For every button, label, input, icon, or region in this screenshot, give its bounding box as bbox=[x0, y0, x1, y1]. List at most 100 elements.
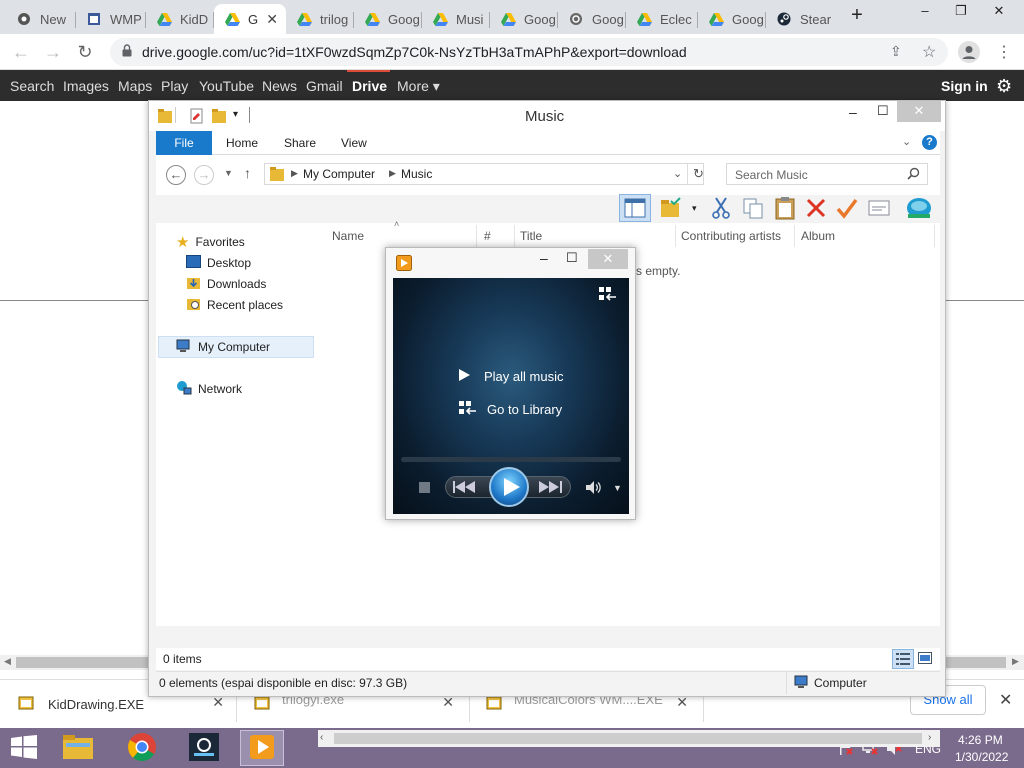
previous-icon[interactable] bbox=[453, 481, 477, 496]
column-header-album[interactable]: Album bbox=[801, 229, 835, 243]
volume-icon[interactable] bbox=[586, 481, 602, 497]
select-folder-icon[interactable] bbox=[660, 197, 682, 222]
browser-tab[interactable]: Goog bbox=[354, 4, 422, 34]
tab-share[interactable]: Share bbox=[272, 131, 328, 155]
scroll-right-icon[interactable]: ▶ bbox=[1012, 656, 1019, 667]
google-link-news[interactable]: News bbox=[262, 78, 297, 94]
browser-tab[interactable]: New bbox=[6, 4, 76, 34]
file-list-horizontal-scrollbar[interactable]: ‹ › bbox=[318, 730, 940, 747]
google-link-images[interactable]: Images bbox=[63, 78, 109, 94]
gear-icon[interactable]: ⚙ bbox=[996, 76, 1012, 97]
paste-icon[interactable] bbox=[774, 196, 796, 223]
close-downloads-bar-icon[interactable]: ✕ bbox=[999, 690, 1012, 710]
scroll-left-icon[interactable]: ‹ bbox=[320, 732, 323, 743]
explorer-titlebar[interactable]: ▾ Music – ☐ ✕ bbox=[149, 101, 945, 131]
search-icon[interactable] bbox=[907, 167, 920, 183]
browser-tab-active[interactable]: G ✕ bbox=[214, 4, 286, 34]
breadcrumb-my-computer[interactable]: My Computer bbox=[303, 167, 375, 181]
browser-tab[interactable]: Stear bbox=[766, 4, 834, 34]
forward-arrow-icon[interactable]: → bbox=[42, 41, 64, 63]
forward-arrow-icon[interactable]: → bbox=[194, 165, 214, 185]
seek-bar[interactable] bbox=[401, 457, 621, 462]
delete-icon[interactable] bbox=[805, 197, 827, 222]
google-link-play[interactable]: Play bbox=[161, 78, 188, 94]
preview-pane-button[interactable] bbox=[619, 194, 651, 222]
back-arrow-icon[interactable]: ← bbox=[10, 41, 32, 63]
column-header-title[interactable]: Title bbox=[520, 229, 542, 243]
browser-tab[interactable]: KidD bbox=[146, 4, 214, 34]
nav-favorites[interactable]: ★ Favorites bbox=[176, 232, 245, 252]
close-window-icon[interactable]: ✕ bbox=[897, 101, 941, 122]
toolbar-dropdown-icon[interactable]: ▾ bbox=[692, 203, 697, 214]
nav-desktop[interactable]: Desktop bbox=[186, 253, 251, 273]
recent-locations-icon[interactable]: ▼ bbox=[224, 168, 233, 178]
google-link-gmail[interactable]: Gmail bbox=[306, 78, 343, 94]
scroll-thumb[interactable] bbox=[334, 733, 922, 744]
taskbar-media-player[interactable] bbox=[240, 730, 284, 766]
browser-tab[interactable]: trilog bbox=[286, 4, 354, 34]
large-icons-view-button[interactable] bbox=[918, 652, 932, 667]
taskbar-steam[interactable] bbox=[182, 730, 226, 766]
share-icon[interactable]: ⇪ bbox=[890, 43, 902, 60]
search-box[interactable]: Search Music bbox=[726, 163, 928, 185]
url-text[interactable]: drive.google.com/uc?id=1tXF0wzdSqmZp7C0k… bbox=[142, 44, 687, 60]
ribbon-expand-icon[interactable]: ⌄ bbox=[902, 135, 911, 148]
menu-dots-icon[interactable]: ⋮ bbox=[996, 42, 1012, 62]
maximize-icon[interactable]: ☐ bbox=[877, 103, 889, 119]
tab-view[interactable]: View bbox=[329, 131, 379, 155]
nav-my-computer[interactable]: My Computer bbox=[176, 337, 270, 357]
network-globe-icon[interactable] bbox=[906, 196, 932, 223]
next-icon[interactable] bbox=[539, 481, 563, 496]
help-icon[interactable]: ? bbox=[922, 135, 937, 150]
google-link-maps[interactable]: Maps bbox=[118, 78, 152, 94]
nav-recent-places[interactable]: Recent places bbox=[186, 295, 283, 315]
start-button[interactable] bbox=[2, 730, 46, 766]
google-link-search[interactable]: Search bbox=[10, 78, 54, 94]
rename-checkmark-icon[interactable] bbox=[836, 197, 858, 222]
taskbar-chrome[interactable] bbox=[120, 730, 164, 766]
up-arrow-icon[interactable]: ↑ bbox=[244, 165, 251, 181]
browser-tab[interactable]: Eclec bbox=[626, 4, 698, 34]
tab-file[interactable]: File bbox=[156, 131, 212, 155]
details-view-button[interactable] bbox=[892, 649, 914, 669]
close-window-icon[interactable]: ✕ bbox=[588, 249, 628, 269]
profile-avatar-icon[interactable] bbox=[958, 41, 980, 66]
restore-icon[interactable]: ❐ bbox=[944, 0, 978, 24]
column-header-contributing-artists[interactable]: Contributing artists bbox=[681, 229, 781, 243]
close-window-icon[interactable]: ✕ bbox=[982, 0, 1016, 24]
new-tab-button[interactable]: + bbox=[840, 4, 874, 28]
nav-network[interactable]: Network bbox=[176, 379, 242, 399]
quick-access-dropdown-icon[interactable]: ▾ bbox=[233, 109, 238, 120]
switch-to-library-icon[interactable] bbox=[599, 286, 617, 305]
address-dropdown-icon[interactable]: ⌄ bbox=[673, 167, 682, 180]
copy-icon[interactable] bbox=[742, 197, 764, 222]
close-tab-icon[interactable]: ✕ bbox=[266, 11, 278, 28]
clock-date[interactable]: 1/30/2022 bbox=[955, 750, 1008, 764]
browser-tab[interactable]: Goog bbox=[698, 4, 766, 34]
browser-tab[interactable]: WMP bbox=[76, 4, 146, 34]
breadcrumb-music[interactable]: Music bbox=[401, 167, 432, 181]
scroll-right-icon[interactable]: › bbox=[928, 732, 931, 743]
taskbar-explorer[interactable] bbox=[56, 730, 100, 766]
media-player-titlebar[interactable]: – ☐ ✕ bbox=[386, 248, 635, 276]
minimize-icon[interactable]: – bbox=[849, 104, 857, 120]
browser-tab[interactable]: Musi bbox=[422, 4, 490, 34]
go-to-library-button[interactable]: Go to Library bbox=[459, 400, 562, 419]
clock-time[interactable]: 4:26 PM bbox=[958, 733, 1003, 747]
google-link-more[interactable]: More ▾ bbox=[397, 78, 440, 95]
sign-in-link[interactable]: Sign in bbox=[941, 78, 988, 94]
stop-icon[interactable] bbox=[419, 482, 430, 493]
properties-icon[interactable] bbox=[189, 108, 205, 127]
maximize-icon[interactable]: ☐ bbox=[566, 250, 578, 266]
browser-tab[interactable]: Goog bbox=[558, 4, 626, 34]
minimize-icon[interactable]: – bbox=[908, 0, 942, 24]
refresh-icon[interactable]: ↻ bbox=[693, 166, 704, 182]
omnibox[interactable]: drive.google.com/uc?id=1tXF0wzdSqmZp7C0k… bbox=[110, 38, 948, 66]
play-all-music-button[interactable]: Play all music bbox=[459, 369, 563, 384]
play-button[interactable] bbox=[489, 467, 529, 507]
nav-downloads[interactable]: Downloads bbox=[186, 274, 266, 294]
breadcrumb[interactable]: ▶ My Computer ▶ Music ⌄ ↻ bbox=[264, 163, 704, 185]
volume-dropdown-icon[interactable]: ▼ bbox=[613, 483, 622, 493]
scroll-left-icon[interactable]: ◀ bbox=[4, 656, 11, 667]
tab-home[interactable]: Home bbox=[214, 131, 270, 155]
